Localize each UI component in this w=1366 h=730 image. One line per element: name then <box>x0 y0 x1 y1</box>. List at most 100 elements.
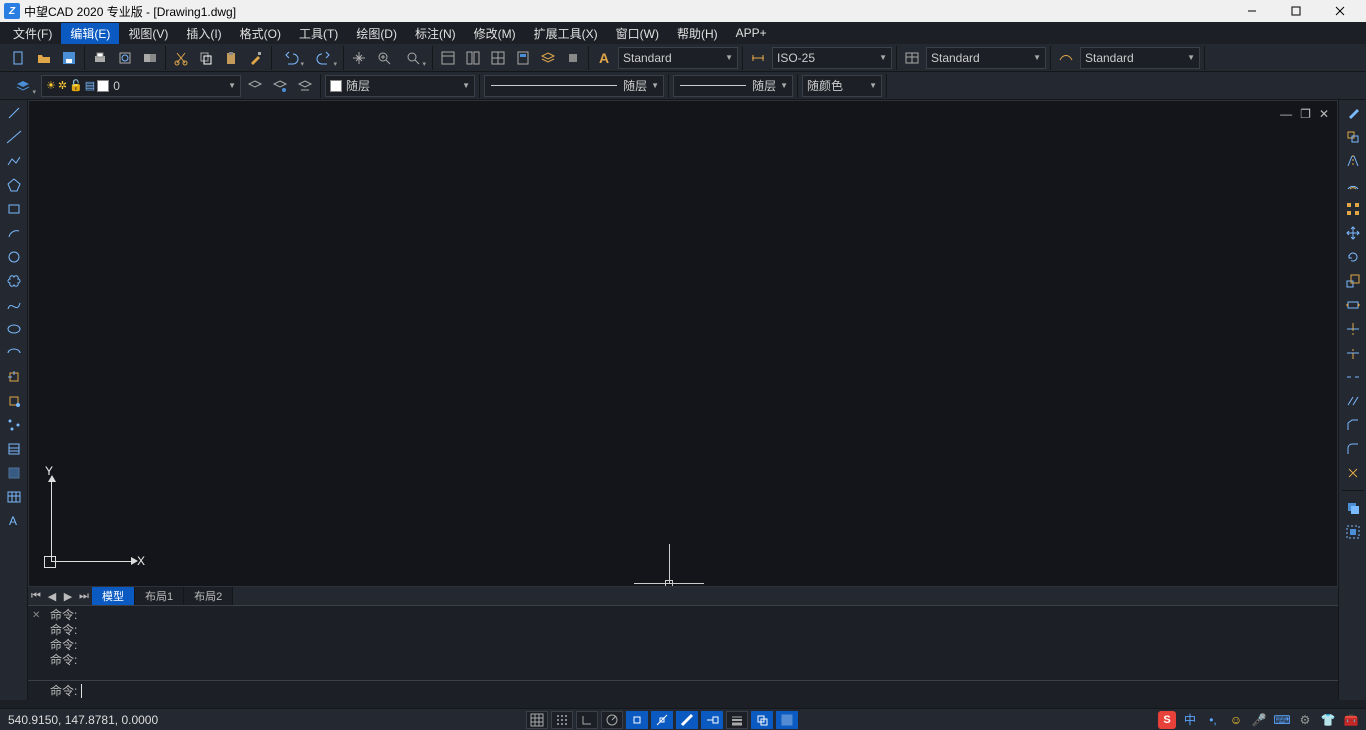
snap-toggle[interactable] <box>526 711 548 729</box>
ime-lang-icon[interactable]: 中 <box>1181 711 1199 729</box>
layer-dialog-button[interactable] <box>537 47 559 69</box>
circle-tool[interactable] <box>2 246 26 268</box>
command-input-line[interactable]: 命令: <box>28 680 1338 700</box>
coordinates-display[interactable]: 540.9150, 147.8781, 0.0000 <box>0 713 166 727</box>
menu-插入[interactable]: 插入(I) <box>177 23 230 44</box>
spline-tool[interactable] <box>2 294 26 316</box>
calculator-button[interactable] <box>512 47 534 69</box>
ortho-toggle[interactable] <box>576 711 598 729</box>
ime-punct-icon[interactable]: •, <box>1204 711 1222 729</box>
save-file-button[interactable] <box>58 47 80 69</box>
design-center-button[interactable] <box>462 47 484 69</box>
menu-帮助[interactable]: 帮助(H) <box>668 23 727 44</box>
new-file-button[interactable] <box>8 47 30 69</box>
block-button[interactable] <box>562 47 584 69</box>
menu-窗口[interactable]: 窗口(W) <box>607 23 668 44</box>
publish-button[interactable] <box>139 47 161 69</box>
group-tool[interactable] <box>1341 521 1365 543</box>
region-tool[interactable] <box>2 462 26 484</box>
polar-toggle[interactable] <box>601 711 623 729</box>
layout-tab[interactable]: 布局1 <box>135 587 184 605</box>
extend-tool[interactable] <box>1341 342 1365 364</box>
menu-视图[interactable]: 视图(V) <box>119 23 177 44</box>
layout-tab[interactable]: 模型 <box>92 587 135 605</box>
lineweight-dropdown[interactable]: 随层▼ <box>673 75 793 97</box>
table-tool[interactable] <box>2 486 26 508</box>
doc-restore-icon[interactable]: ❐ <box>1300 107 1311 121</box>
menu-app+[interactable]: APP+ <box>727 24 776 42</box>
ellipse-tool[interactable] <box>2 318 26 340</box>
zoom-realtime-button[interactable] <box>373 47 395 69</box>
table-style-icon[interactable] <box>901 47 923 69</box>
print-preview-button[interactable] <box>114 47 136 69</box>
maximize-button[interactable] <box>1274 0 1318 22</box>
plotcolor-dropdown[interactable]: 随颜色▼ <box>802 75 882 97</box>
zoom-window-button[interactable] <box>398 47 428 69</box>
trim-tool[interactable] <box>1341 318 1365 340</box>
explode-tool[interactable] <box>1341 462 1365 484</box>
ime-emoji-icon[interactable]: ☺ <box>1227 711 1245 729</box>
offset-tool[interactable] <box>1341 174 1365 196</box>
close-button[interactable] <box>1318 0 1362 22</box>
layout-tab[interactable]: 布局2 <box>184 587 233 605</box>
scale-tool[interactable] <box>1341 270 1365 292</box>
menu-编辑[interactable]: 编辑(E) <box>61 23 119 44</box>
color-dropdown[interactable]: 随层▼ <box>325 75 475 97</box>
dim-style-icon[interactable] <box>747 47 769 69</box>
move-tool[interactable] <box>1341 222 1365 244</box>
ime-icon[interactable]: S <box>1158 711 1176 729</box>
minimize-button[interactable] <box>1230 0 1274 22</box>
cycling-toggle[interactable] <box>751 711 773 729</box>
ime-mic-icon[interactable]: 🎤 <box>1250 711 1268 729</box>
menu-格式[interactable]: 格式(O) <box>231 23 290 44</box>
rotate-tool[interactable] <box>1341 246 1365 268</box>
xline-tool[interactable] <box>2 126 26 148</box>
match-properties-button[interactable] <box>245 47 267 69</box>
model-toggle[interactable] <box>776 711 798 729</box>
ellipse-arc-tool[interactable] <box>2 342 26 364</box>
cut-button[interactable] <box>170 47 192 69</box>
text-style-icon[interactable]: A <box>593 47 615 69</box>
fillet-tool[interactable] <box>1341 438 1365 460</box>
ime-settings-icon[interactable]: ⚙ <box>1296 711 1314 729</box>
menu-标注[interactable]: 标注(N) <box>406 23 465 44</box>
tab-last-button[interactable]: ⏭ <box>76 590 92 603</box>
menu-修改[interactable]: 修改(M) <box>465 23 525 44</box>
copy-tool[interactable] <box>1341 126 1365 148</box>
otrack-toggle[interactable] <box>651 711 673 729</box>
tab-first-button[interactable]: ⏮ <box>28 590 44 603</box>
polyline-tool[interactable] <box>2 150 26 172</box>
draworder-tool[interactable] <box>1341 497 1365 519</box>
layer-manager-button[interactable] <box>8 75 38 97</box>
pan-button[interactable] <box>348 47 370 69</box>
layer-isolate-button[interactable] <box>294 75 316 97</box>
grid-toggle[interactable] <box>551 711 573 729</box>
ime-skin-icon[interactable]: 👕 <box>1319 711 1337 729</box>
hatch-tool[interactable] <box>2 438 26 460</box>
text-style-dropdown[interactable]: Standard▼ <box>618 47 738 69</box>
dim-style-dropdown[interactable]: ISO-25▼ <box>772 47 892 69</box>
doc-minimize-icon[interactable]: — <box>1280 107 1292 121</box>
dyn-toggle[interactable] <box>701 711 723 729</box>
menu-扩展工具[interactable]: 扩展工具(X) <box>525 23 607 44</box>
copy-button[interactable] <box>195 47 217 69</box>
mirror-tool[interactable] <box>1341 150 1365 172</box>
tool-palettes-button[interactable] <box>487 47 509 69</box>
mline-style-icon[interactable] <box>1055 47 1077 69</box>
stretch-tool[interactable] <box>1341 294 1365 316</box>
lineweight-display-toggle[interactable] <box>726 711 748 729</box>
rectangle-tool[interactable] <box>2 198 26 220</box>
array-tool[interactable] <box>1341 198 1365 220</box>
properties-panel-button[interactable] <box>437 47 459 69</box>
chamfer-tool[interactable] <box>1341 414 1365 436</box>
paste-button[interactable] <box>220 47 242 69</box>
menu-文件[interactable]: 文件(F) <box>4 23 61 44</box>
mline-style-dropdown[interactable]: Standard▼ <box>1080 47 1200 69</box>
insert-block-tool[interactable] <box>2 366 26 388</box>
text-tool[interactable]: A <box>2 510 26 532</box>
menu-绘图[interactable]: 绘图(D) <box>347 23 406 44</box>
arc-tool[interactable] <box>2 222 26 244</box>
doc-close-icon[interactable]: ✕ <box>1319 107 1329 121</box>
linetype-dropdown[interactable]: 随层▼ <box>484 75 664 97</box>
drawing-canvas[interactable]: — ❐ ✕ Y X <box>28 100 1338 587</box>
